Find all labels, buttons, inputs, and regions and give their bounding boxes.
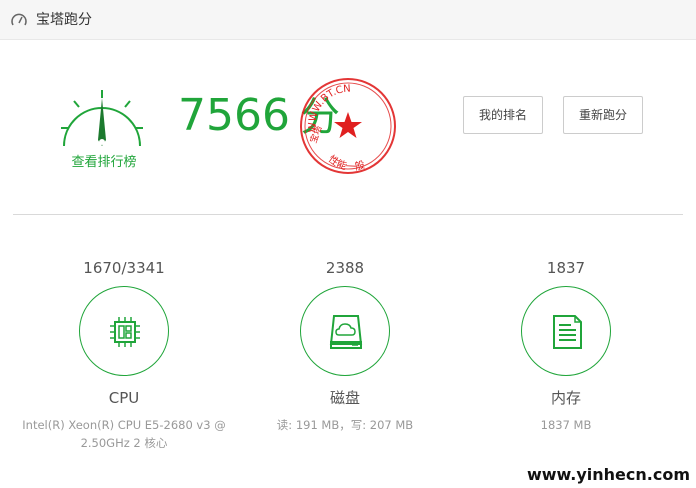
view-ranking-link[interactable]: 查看排行榜 <box>64 151 144 170</box>
metric-disk: 2388 磁盘 读: 191 MB，写: 207 MB <box>235 256 455 434</box>
title-bar: 宝塔跑分 <box>0 0 696 40</box>
memory-score: 1837 <box>546 259 586 277</box>
memory-label: 内存 <box>550 389 581 407</box>
speedometer-icon <box>11 13 27 26</box>
memory-ring <box>521 286 611 376</box>
performance-stamp: WWW.BT.CN 性能一般 宝塔 <box>300 78 396 174</box>
divider <box>13 214 683 215</box>
gauge-icon <box>61 90 143 147</box>
disk-score: 2388 <box>325 259 365 277</box>
disk-label: 磁盘 <box>329 389 360 407</box>
cpu-ring <box>79 286 169 376</box>
star-icon <box>334 112 362 138</box>
disk-cloud-icon <box>329 315 363 349</box>
site-watermark: www.yinhecn.com <box>526 465 690 484</box>
disk-desc: 读: 191 MB，写: 207 MB <box>276 418 414 432</box>
my-rank-button[interactable]: 我的排名 <box>463 96 543 134</box>
window-title: 宝塔跑分 <box>36 12 92 28</box>
disk-ring <box>300 286 390 376</box>
memory-doc-icon <box>553 315 582 349</box>
metric-cpu: 1670/3341 CPU Intel(R) Xeon(R) CPU E5-26… <box>14 256 234 452</box>
cpu-score: 1670/3341 <box>83 259 165 277</box>
score-value: 7566 <box>178 90 290 141</box>
rerun-benchmark-button[interactable]: 重新跑分 <box>563 96 643 134</box>
metric-memory: 1837 内存 1837 MB <box>456 256 676 434</box>
cpu-chip-icon <box>110 317 140 347</box>
memory-desc: 1837 MB <box>540 418 592 432</box>
cpu-label: CPU <box>108 389 140 407</box>
cpu-desc: Intel(R) Xeon(R) CPU E5-2680 v3 @ 2.50GH… <box>22 418 226 450</box>
